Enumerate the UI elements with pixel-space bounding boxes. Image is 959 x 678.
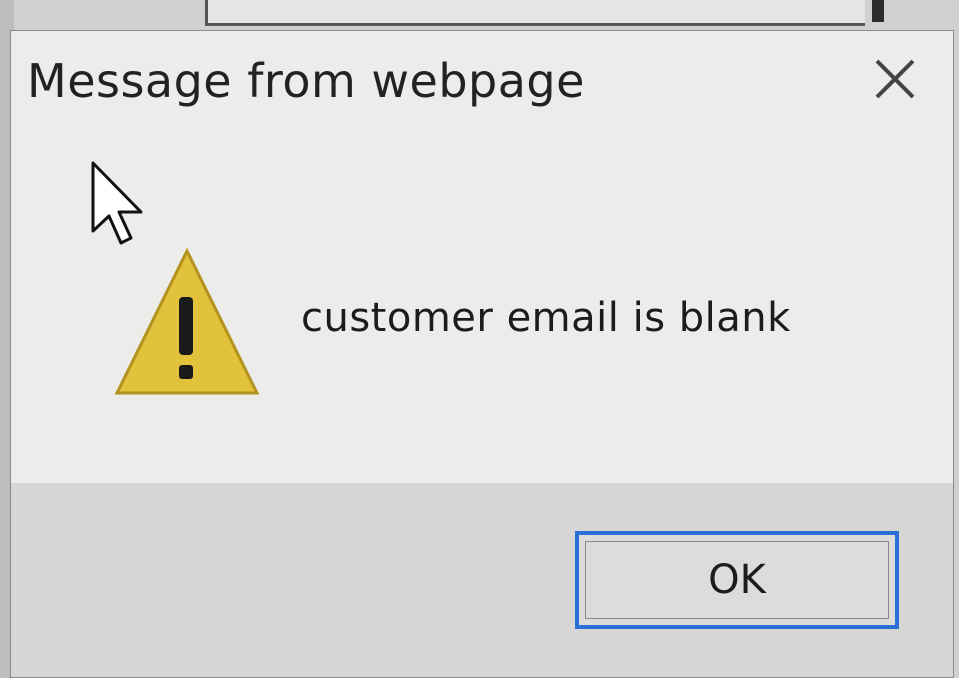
alert-dialog: Message from webpage customer email is b… (10, 30, 954, 678)
background-page-edge (872, 0, 884, 22)
dialog-message: customer email is blank (301, 295, 791, 341)
warning-icon (114, 247, 260, 395)
ok-button-label: OK (708, 557, 766, 603)
dialog-title: Message from webpage (27, 54, 585, 108)
mouse-pointer-icon (91, 161, 143, 245)
close-icon (875, 59, 915, 99)
background-page-field (205, 0, 865, 26)
ok-button[interactable]: OK (575, 531, 899, 629)
close-button[interactable] (867, 51, 923, 107)
screen: Message from webpage customer email is b… (0, 0, 959, 678)
